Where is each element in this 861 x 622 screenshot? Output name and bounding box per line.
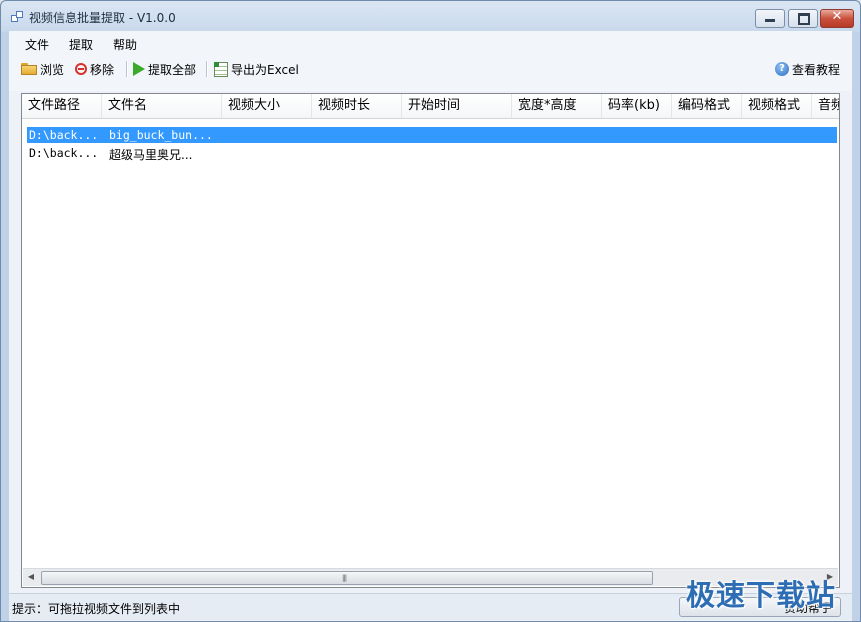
cell-filename: 超级马里奥兄...: [109, 148, 193, 162]
column-header-bitrate[interactable]: 码率(kb): [602, 94, 672, 118]
toolbar-separator: [126, 61, 128, 77]
cell-filename: big_buck_bun...: [109, 128, 213, 142]
tutorial-button[interactable]: ? 查看教程: [775, 60, 840, 78]
cell-path: D:\back...: [29, 128, 99, 142]
export-excel-button[interactable]: 导出为Excel: [214, 60, 299, 78]
cell-path: D:\back...: [29, 146, 99, 160]
app-window: 视频信息批量提取 - V1.0.0 ✕ 文件 提取 帮助 浏览 移除 提取全部: [0, 0, 861, 622]
browse-label: 浏览: [40, 62, 65, 77]
window-title: 视频信息批量提取 - V1.0.0: [29, 11, 176, 25]
status-hint: 提示：可拖拉视频文件到列表中: [12, 602, 181, 616]
app-icon: [11, 11, 23, 23]
file-list[interactable]: 文件路径 文件名 视频大小 视频时长 开始时间 宽度*高度 码率(kb) 编码格…: [21, 93, 840, 588]
toolbar-separator: [206, 61, 208, 77]
menu-extract[interactable]: 提取: [69, 36, 93, 53]
close-button[interactable]: ✕: [820, 9, 854, 28]
scroll-grip: |||: [342, 574, 347, 582]
remove-button[interactable]: 移除: [75, 60, 114, 78]
browse-button[interactable]: 浏览: [21, 60, 64, 78]
column-header-start-time[interactable]: 开始时间: [402, 94, 512, 118]
remove-label: 移除: [90, 62, 115, 77]
column-header-size[interactable]: 视频大小: [222, 94, 312, 118]
column-header-audio[interactable]: 音频: [812, 94, 839, 118]
remove-icon: [75, 63, 87, 75]
minimize-button[interactable]: [755, 9, 785, 28]
help-icon: ?: [775, 62, 789, 76]
extract-all-label: 提取全部: [148, 62, 197, 77]
scroll-left-icon[interactable]: ◀: [26, 572, 36, 581]
menu-file[interactable]: 文件: [25, 36, 49, 53]
column-header-codec[interactable]: 编码格式: [672, 94, 742, 118]
table-row[interactable]: D:\back... 超级马里奥兄...: [27, 145, 837, 162]
column-header-duration[interactable]: 视频时长: [312, 94, 402, 118]
export-excel-label: 导出为Excel: [231, 62, 299, 77]
column-header-resolution[interactable]: 宽度*高度: [512, 94, 602, 118]
play-icon: [133, 62, 145, 76]
minimize-icon: [765, 19, 775, 22]
list-header: 文件路径 文件名 视频大小 视频时长 开始时间 宽度*高度 码率(kb) 编码格…: [22, 94, 839, 119]
client-area: 文件 提取 帮助 浏览 移除 提取全部 导出为Excel ? 查看教程 文件路径…: [9, 31, 852, 621]
watermark-logo: 极速下载站: [686, 578, 837, 612]
table-row[interactable]: D:\back... big_buck_bun...: [27, 127, 837, 143]
maximize-icon: [798, 13, 810, 25]
title-bar[interactable]: 视频信息批量提取 - V1.0.0 ✕: [1, 1, 860, 31]
spreadsheet-icon: [214, 61, 228, 77]
extract-all-button[interactable]: 提取全部: [133, 60, 196, 78]
toolbar: 浏览 移除 提取全部 导出为Excel ? 查看教程: [9, 55, 852, 83]
folder-icon: [21, 63, 37, 75]
close-icon: ✕: [831, 9, 843, 24]
menu-help[interactable]: 帮助: [113, 36, 137, 53]
tutorial-label: 查看教程: [792, 62, 841, 77]
scroll-thumb[interactable]: |||: [41, 571, 653, 585]
maximize-button[interactable]: [788, 9, 818, 28]
column-header-name[interactable]: 文件名: [102, 94, 222, 118]
column-header-video-format[interactable]: 视频格式: [742, 94, 812, 118]
menu-bar: 文件 提取 帮助: [9, 31, 852, 55]
column-header-path[interactable]: 文件路径: [22, 94, 102, 118]
